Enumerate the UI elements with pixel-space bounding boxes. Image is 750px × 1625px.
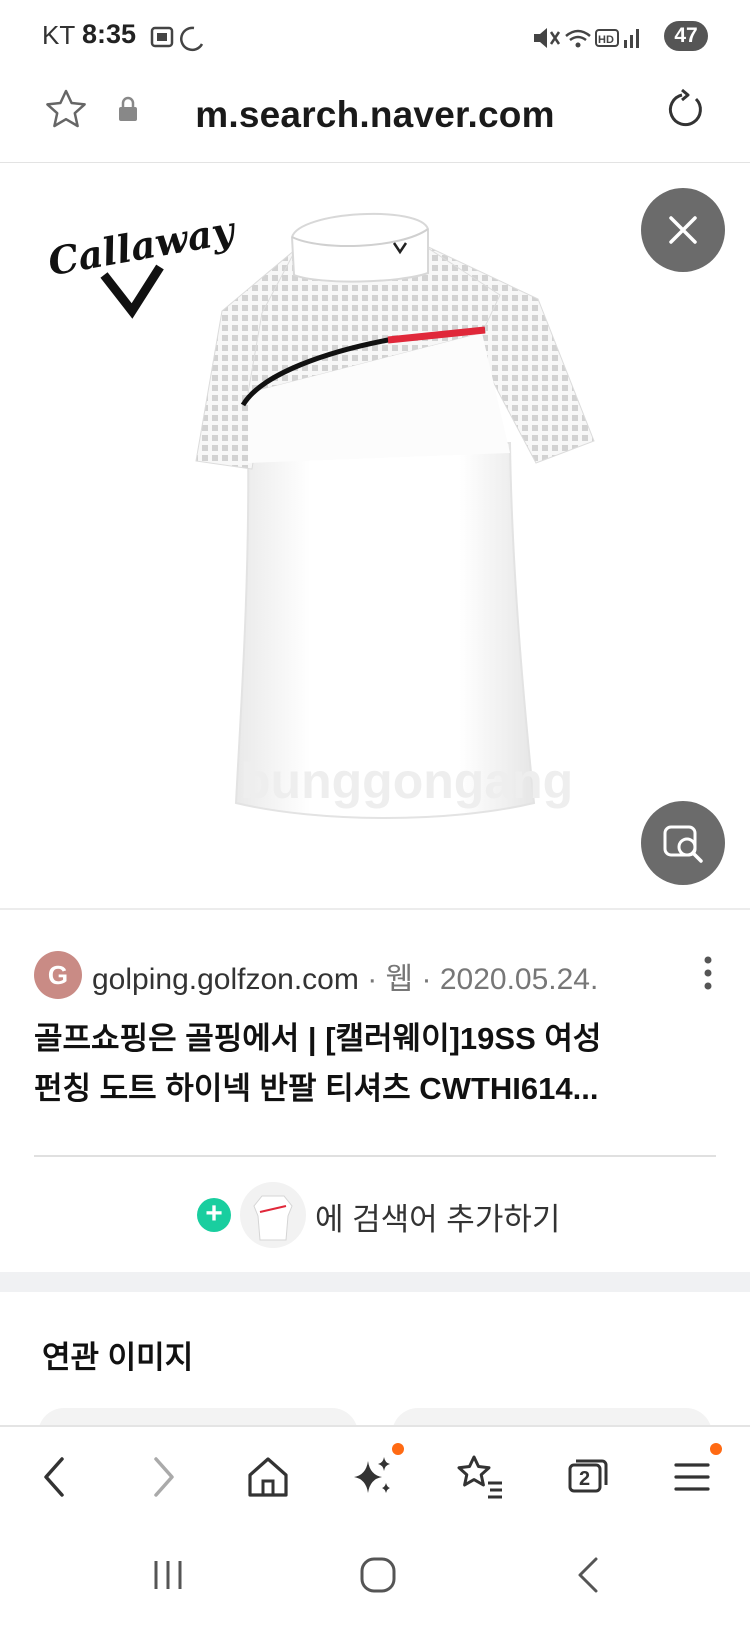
close-icon: [669, 216, 697, 244]
system-navigation-bar: [0, 1527, 750, 1625]
tabs-button[interactable]: 2: [558, 1449, 614, 1505]
result-title-line-1[interactable]: 골프쇼핑은 골핑에서 | [캘러웨이]19SS 여성: [34, 1014, 714, 1064]
carrier-label: KT: [42, 20, 76, 50]
forward-icon[interactable]: [134, 1449, 190, 1505]
browser-url-bar: m.search.naver.com: [0, 72, 750, 164]
source-type: 웹: [385, 963, 414, 996]
thumbnail-image: [240, 1182, 306, 1248]
browser-toolbar: 2: [0, 1425, 750, 1527]
svg-text:HD: HD: [598, 34, 614, 46]
image-search-icon: [663, 825, 703, 863]
section-separator: [0, 1272, 750, 1292]
back-button-icon[interactable]: [570, 1555, 610, 1595]
battery-indicator: 47: [664, 21, 708, 51]
result-info: G golping.golfzon.com · 웹 · 2020.05.24. …: [0, 908, 750, 1160]
close-button[interactable]: [641, 188, 725, 272]
source-line[interactable]: golping.golfzon.com · 웹 · 2020.05.24.: [92, 954, 598, 998]
more-options-icon[interactable]: [700, 954, 716, 994]
notification-dot: [710, 1443, 722, 1455]
related-images-heading: 연관 이미지: [42, 1340, 194, 1375]
result-title[interactable]: 골프쇼핑은 골핑에서 | [캘러웨이]19SS 여성 펀칭 도트 하이넥 반팔 …: [34, 1014, 714, 1114]
clock: 8:35: [82, 19, 137, 49]
back-icon[interactable]: [28, 1449, 84, 1505]
source-domain[interactable]: golping.golfzon.com: [92, 963, 359, 996]
reload-icon[interactable]: [662, 88, 706, 132]
bookmarks-icon[interactable]: [452, 1449, 508, 1505]
home-button-icon[interactable]: [356, 1553, 400, 1597]
svg-text:bunggongang: bunggongang: [240, 753, 573, 809]
result-title-line-2[interactable]: 펀칭 도트 하이넥 반팔 티셔츠 CWTHI614...: [34, 1064, 714, 1114]
status-bar: KT 8:35 HD 47: [0, 0, 750, 72]
notification-dot: [392, 1443, 404, 1455]
plus-icon: +: [197, 1198, 231, 1232]
separator: ·: [421, 963, 432, 996]
menu-icon[interactable]: [664, 1449, 720, 1505]
separator: ·: [367, 963, 378, 996]
divider: [34, 1155, 716, 1157]
site-favicon: G: [34, 951, 82, 999]
add-to-search-button[interactable]: + 에 검색어 추가하기: [0, 1158, 750, 1268]
signal-status-icons: HD: [534, 28, 639, 48]
home-icon[interactable]: [240, 1449, 296, 1505]
source-date: 2020.05.24.: [439, 963, 599, 996]
image-viewer[interactable]: Callaway bunggongang: [0, 163, 750, 908]
image-search-button[interactable]: [641, 801, 725, 885]
svg-text:Callaway: Callaway: [45, 207, 241, 284]
ai-sparkle-icon[interactable]: [346, 1449, 402, 1505]
screenshot-and-sync-icon: [150, 26, 204, 52]
add-query-label[interactable]: 에 검색어 추가하기: [315, 1194, 560, 1239]
recent-apps-icon[interactable]: [148, 1555, 188, 1595]
tabs-count: 2: [579, 1468, 591, 1490]
url-text[interactable]: m.search.naver.com: [0, 94, 750, 136]
product-image: Callaway bunggongang: [45, 207, 595, 819]
